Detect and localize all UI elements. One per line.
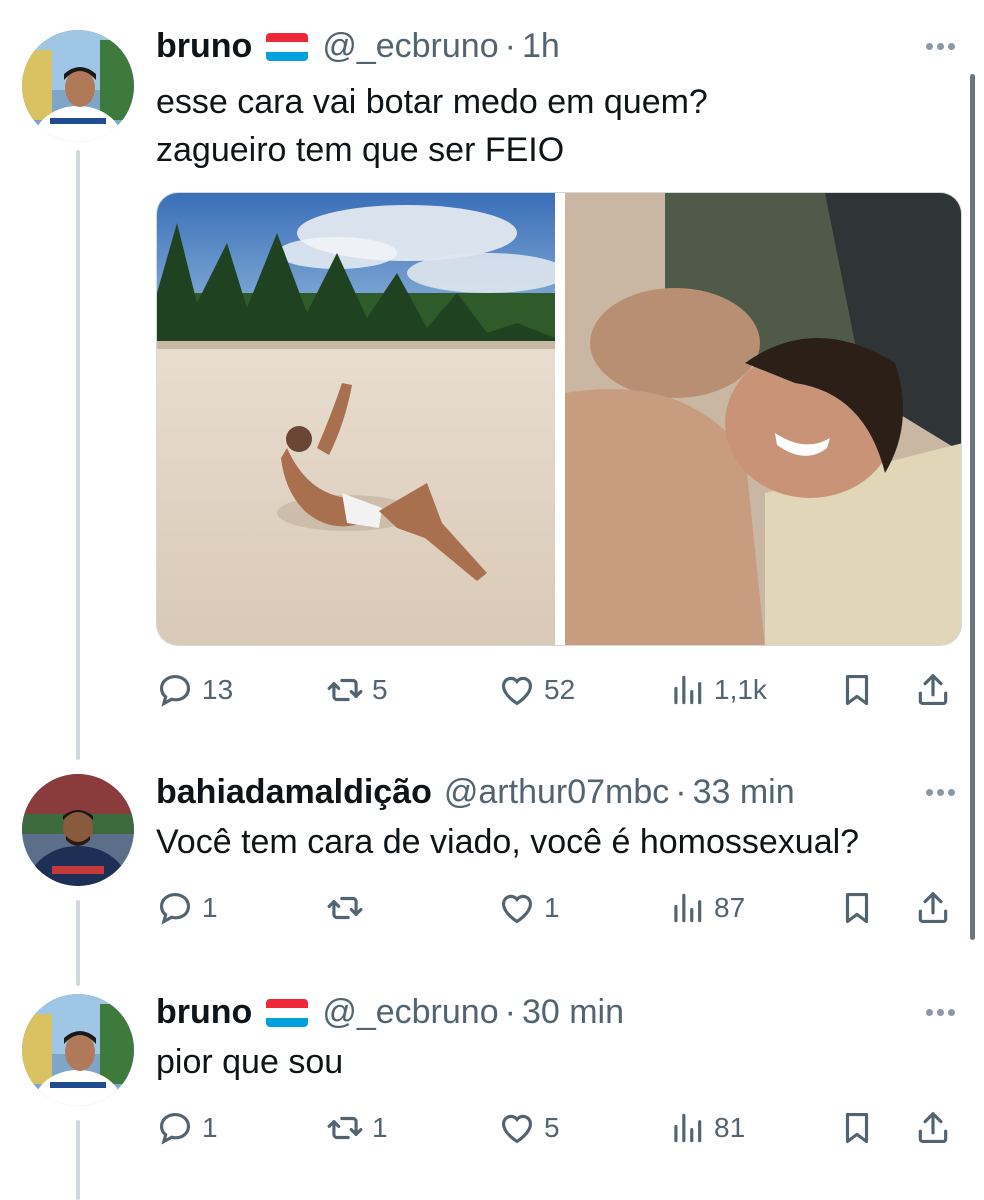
like-count: 1 <box>544 892 560 923</box>
thread-line <box>76 1120 80 1200</box>
bookmark-icon <box>845 892 869 924</box>
luxembourg-flag-icon <box>266 999 309 1027</box>
bookmark-button[interactable] <box>838 668 876 712</box>
more-icon[interactable] <box>920 24 960 68</box>
avatar[interactable] <box>22 994 134 1106</box>
tweet-header: bruno @_ecbruno · 1h <box>156 24 560 68</box>
retweet-button[interactable]: 1 <box>326 1106 388 1150</box>
views-icon <box>674 893 702 923</box>
tweet-header: bruno @_ecbruno · 30 min <box>156 990 624 1034</box>
bookmark-button[interactable] <box>838 886 876 930</box>
more-icon[interactable] <box>920 990 960 1034</box>
separator: · <box>675 773 687 811</box>
retweet-button[interactable]: 5 <box>326 668 388 712</box>
like-count: 5 <box>544 1112 560 1143</box>
tweet-text-line: pior que sou <box>156 1043 344 1081</box>
heart-icon <box>501 894 533 924</box>
author-handle[interactable]: @_ecbruno <box>322 24 498 68</box>
reply-icon <box>159 1112 191 1145</box>
timestamp[interactable]: 33 min <box>693 770 795 814</box>
reply-icon <box>159 674 191 707</box>
tweet-actions: 1 1 5 81 <box>156 1106 956 1150</box>
views-button[interactable]: 81 <box>668 1106 745 1150</box>
tweet-text: esse cara vai botar medo em quem? zaguei… <box>156 78 708 174</box>
retweet-button[interactable] <box>326 886 372 930</box>
heart-icon <box>501 676 533 706</box>
share-button[interactable] <box>914 886 952 930</box>
share-button[interactable] <box>914 668 952 712</box>
like-button[interactable]: 5 <box>498 1106 560 1150</box>
tweet-text: Você tem cara de viado, você é homossexu… <box>156 818 859 866</box>
reply-icon <box>159 892 191 925</box>
views-button[interactable]: 87 <box>668 886 745 930</box>
scrollbar[interactable] <box>970 74 975 940</box>
retweet-icon <box>327 1116 363 1140</box>
separator: · <box>504 993 516 1031</box>
author-handle[interactable]: @arthur07mbc <box>444 770 669 814</box>
retweet-icon <box>327 678 363 702</box>
bookmark-icon <box>845 1112 869 1144</box>
timestamp[interactable]: 1h <box>522 24 560 68</box>
beach-photo[interactable] <box>157 193 567 645</box>
share-icon <box>918 1112 948 1144</box>
thread-line <box>76 900 80 986</box>
like-button[interactable]: 1 <box>498 886 560 930</box>
more-icon[interactable] <box>920 770 960 814</box>
views-icon <box>674 675 702 705</box>
share-button[interactable] <box>914 1106 952 1150</box>
retweet-icon <box>327 896 363 920</box>
views-count: 87 <box>714 892 746 923</box>
like-button[interactable]: 52 <box>498 668 575 712</box>
views-count: 81 <box>714 1112 746 1143</box>
retweet-count: 5 <box>372 674 388 705</box>
avatar[interactable] <box>22 774 134 886</box>
views-icon <box>674 1113 702 1143</box>
tweet-1[interactable]: bruno @_ecbruno · 1h esse cara vai botar… <box>0 0 984 760</box>
reply-button[interactable]: 1 <box>156 1106 218 1150</box>
timestamp[interactable]: 30 min <box>522 990 624 1034</box>
reply-count: 1 <box>202 1112 218 1143</box>
avatar[interactable] <box>22 30 134 142</box>
tweet-text-line: esse cara vai botar medo em quem? <box>156 83 708 121</box>
tweet-text-line: Você tem cara de viado, você é homossexu… <box>156 823 860 861</box>
author-name[interactable]: bruno <box>156 990 252 1034</box>
tweet-actions: 1 1 87 <box>156 886 956 930</box>
author-handle[interactable]: @_ecbruno <box>322 990 498 1034</box>
author-name[interactable]: bruno <box>156 24 252 68</box>
media-grid <box>156 192 962 646</box>
views-button[interactable]: 1,1k <box>668 668 767 712</box>
reply-count: 13 <box>202 674 234 705</box>
selfie-photo[interactable] <box>565 193 961 645</box>
thread-line <box>76 150 80 760</box>
views-count: 1,1k <box>714 674 767 705</box>
reply-button[interactable]: 1 <box>156 886 218 930</box>
luxembourg-flag-icon <box>266 33 309 61</box>
tweet-actions: 13 5 52 1,1k <box>156 668 956 712</box>
reply-button[interactable]: 13 <box>156 668 233 712</box>
retweet-count: 1 <box>372 1112 388 1143</box>
separator: · <box>504 27 516 65</box>
share-icon <box>918 674 948 706</box>
heart-icon <box>501 1114 533 1144</box>
bookmark-icon <box>845 674 869 706</box>
tweet-text: pior que sou <box>156 1038 343 1086</box>
tweet-header: bahiadamaldição @arthur07mbc · 33 min <box>156 770 795 814</box>
like-count: 52 <box>544 674 576 705</box>
share-icon <box>918 892 948 924</box>
bookmark-button[interactable] <box>838 1106 876 1150</box>
reply-count: 1 <box>202 892 218 923</box>
tweet-text-line: zagueiro tem que ser FEIO <box>156 131 565 169</box>
author-name[interactable]: bahiadamaldição <box>156 770 432 814</box>
